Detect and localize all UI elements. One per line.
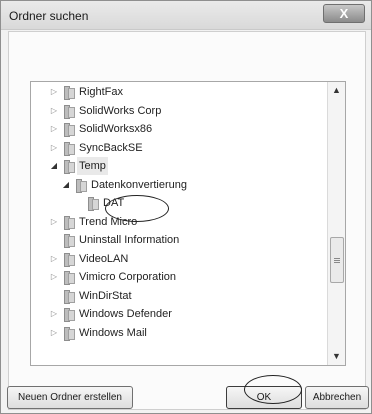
dialog-window: Ordner suchen X ▷ Windows Mail ▷ Windows De…: [0, 0, 372, 414]
folder-icon: [63, 141, 75, 156]
expand-arrow-icon[interactable]: ▷: [49, 305, 59, 323]
tree-item-label: Vimicro Corporation: [79, 271, 177, 283]
dialog-title: Ordner suchen: [9, 9, 89, 23]
tree-item-label: SolidWorks Corp: [79, 104, 162, 117]
folder-icon: [63, 123, 75, 137]
ok-button[interactable]: OK: [226, 386, 302, 409]
cancel-button[interactable]: Abbrechen: [305, 386, 369, 409]
tree-item[interactable]: WinDirStat: [31, 287, 327, 305]
tree-item-label: DAT: [103, 197, 125, 209]
tree-item-label: WinDirStat: [79, 289, 132, 302]
tree-item[interactable]: ▷ SyncBackSE: [31, 139, 327, 157]
expand-arrow-icon[interactable]: ▷: [49, 268, 59, 286]
tree-item[interactable]: Uninstall Information: [31, 231, 327, 249]
expand-arrow-icon[interactable]: ▷: [49, 250, 59, 268]
tree-item[interactable]: ▷ SolidWorks Corp: [31, 102, 327, 120]
expand-arrow-icon[interactable]: ▷: [49, 120, 59, 138]
new-folder-button[interactable]: Neuen Ordner erstellen: [7, 386, 133, 409]
vertical-scrollbar[interactable]: ▲ ▼: [327, 82, 345, 365]
tree-item-label: Temp: [77, 157, 108, 175]
tree-item-label: Trend Micro: [79, 215, 138, 228]
tree-item[interactable]: DAT: [31, 194, 327, 212]
tree-item-label: SolidWorksx86: [79, 123, 153, 135]
folder-icon: [87, 197, 99, 211]
tree-item[interactable]: ▷ Vimicro Corporation: [31, 268, 327, 286]
collapse-arrow-icon[interactable]: ◢: [49, 157, 59, 175]
folder-icon: [63, 252, 75, 267]
expand-arrow-icon[interactable]: ▷: [49, 213, 59, 231]
folder-icon: [63, 326, 75, 341]
folder-icon: [63, 271, 75, 285]
tree-item-label: RightFax: [79, 86, 124, 98]
tree-item[interactable]: ◢ Datenkonvertierung: [31, 176, 327, 194]
collapse-arrow-icon[interactable]: ◢: [61, 176, 71, 194]
folder-icon: [63, 86, 75, 100]
folder-icon: [63, 289, 75, 304]
expand-arrow-icon[interactable]: ▷: [49, 83, 59, 101]
tree-item-label: Datenkonvertierung: [91, 178, 188, 191]
folder-icon: [63, 308, 75, 322]
folder-icon: [63, 160, 75, 174]
scroll-thumb[interactable]: [330, 237, 344, 283]
scroll-down-icon[interactable]: ▼: [328, 348, 345, 365]
expand-arrow-icon[interactable]: ▷: [49, 139, 59, 157]
folder-tree[interactable]: ▷ Windows Mail ▷ Windows Defender WinDirStat…: [30, 81, 346, 366]
expand-arrow-icon[interactable]: ▷: [49, 102, 59, 120]
tree-item-label: SyncBackSE: [79, 141, 143, 154]
folder-icon: [63, 215, 75, 230]
tree-item-label: Uninstall Information: [79, 234, 180, 246]
folder-icon: [63, 234, 75, 248]
expand-arrow-icon[interactable]: ▷: [49, 324, 59, 342]
grip-icon: [334, 258, 340, 259]
close-button[interactable]: X: [323, 4, 365, 23]
tree-item[interactable]: ◢ Temp: [31, 157, 327, 175]
folder-icon: [75, 178, 87, 193]
tree-item[interactable]: ▷ Trend Micro: [31, 213, 327, 231]
tree-item[interactable]: ▷ VideoLAN: [31, 250, 327, 268]
title-bar: Ordner suchen X: [1, 1, 371, 30]
tree-item-label: Windows Defender: [79, 308, 172, 320]
tree-item-label: VideoLAN: [79, 252, 129, 265]
tree-item-label: Windows Mail: [79, 326, 147, 339]
tree-item[interactable]: ▷ Windows Mail: [31, 324, 327, 342]
tree-item[interactable]: ▷ Windows Defender: [31, 305, 327, 323]
tree-item[interactable]: ▷ RightFax: [31, 83, 327, 101]
folder-icon: [63, 104, 75, 119]
scroll-up-icon[interactable]: ▲: [328, 82, 345, 99]
tree-item[interactable]: ▷ SolidWorksx86: [31, 120, 327, 138]
